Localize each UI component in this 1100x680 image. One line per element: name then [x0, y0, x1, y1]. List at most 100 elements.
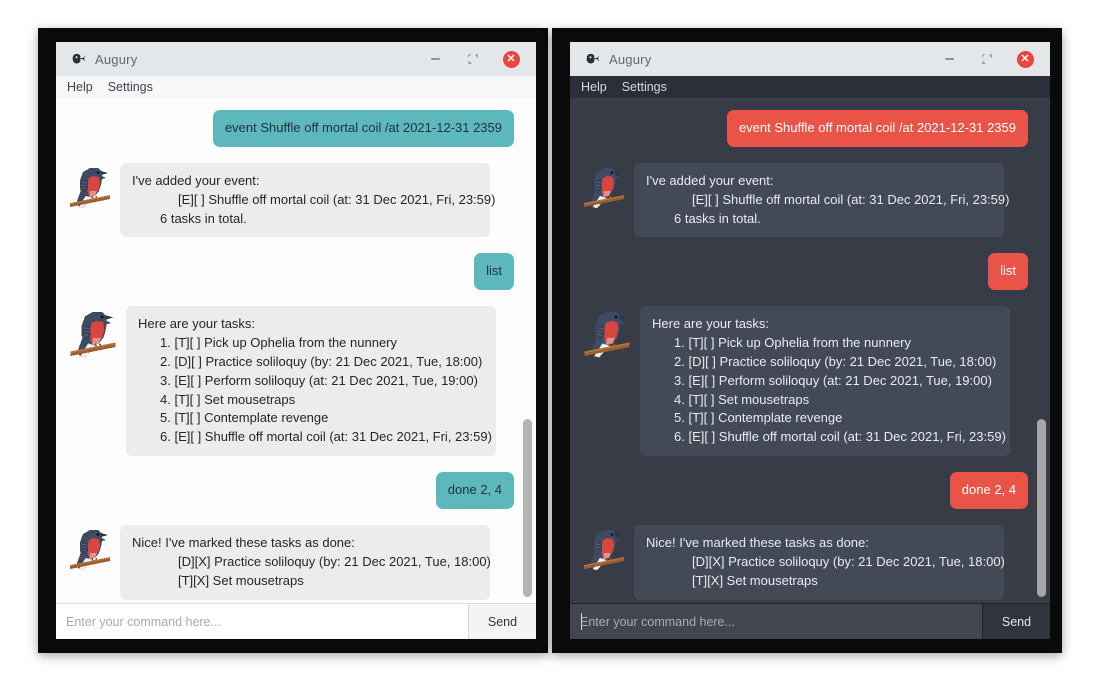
title-bar: Augury ✕: [56, 42, 536, 76]
message-line: 2. [D][ ] Practice soliloquy (by: 21 Dec…: [674, 353, 997, 369]
chat-message-list: event Shuffle off mortal coil /at 2021-1…: [570, 98, 1050, 603]
user-message-bubble: event Shuffle off mortal coil /at 2021-1…: [212, 110, 514, 147]
minimize-button[interactable]: [416, 45, 454, 73]
message-line: I've added your event:: [646, 172, 774, 188]
message-line: 4. [T][ ] Set mousetraps: [160, 391, 296, 407]
message-line: 6. [E][ ] Shuffle off mortal coil (at: 3…: [160, 429, 492, 445]
augury-window-dark: Augury ✕ Help Settings event Shuffle off…: [570, 42, 1050, 639]
user-message-bubble: done 2, 4: [435, 472, 514, 509]
send-button[interactable]: Send: [982, 604, 1050, 639]
chat-scroll-area[interactable]: event Shuffle off mortal coil /at 2021-1…: [56, 98, 536, 603]
user-message-row: list: [68, 253, 514, 291]
menu-item-help[interactable]: Help: [61, 78, 99, 96]
send-button[interactable]: Send: [468, 604, 536, 639]
menu-bar-dark: Help Settings: [570, 76, 1050, 98]
chat-message-list: event Shuffle off mortal coil /at 2021-1…: [56, 98, 536, 603]
menu-bar: Help Settings: [56, 76, 536, 98]
bot-message-row: Nice! I've marked these tasks as done: [D…: [582, 524, 1028, 600]
message-text: done 2, 4: [961, 482, 1016, 498]
title-bar-dark: Augury ✕: [570, 42, 1050, 76]
message-line: 6 tasks in total.: [160, 210, 247, 226]
message-line: Here are your tasks:: [652, 316, 770, 332]
close-icon: ✕: [1016, 50, 1034, 68]
window-frame-dark: Augury ✕ Help Settings event Shuffle off…: [552, 28, 1062, 653]
bot-avatar-bird: [582, 525, 626, 580]
augury-window-light: Augury ✕ Help Settings event Shuffle off…: [56, 42, 536, 639]
message-line: 1. [T][ ] Pick up Ophelia from the nunne…: [674, 335, 912, 351]
message-line: Nice! I've marked these tasks as done:: [646, 534, 869, 550]
user-message-row: event Shuffle off mortal coil /at 2021-1…: [68, 110, 514, 147]
user-message-bubble: event Shuffle off mortal coil /at 2021-1…: [726, 110, 1028, 147]
menu-item-settings[interactable]: Settings: [102, 78, 159, 96]
command-input[interactable]: [56, 604, 468, 639]
bird-swallow-icon: [70, 50, 88, 68]
bot-message-bubble: I've added your event: [E][ ] Shuffle off…: [634, 162, 1010, 238]
user-message-row: list: [582, 253, 1028, 291]
message-line: 3. [E][ ] Perform soliloquy (at: 21 Dec …: [674, 372, 992, 388]
minimize-icon: [944, 58, 954, 60]
bot-avatar-bird: [582, 306, 632, 368]
minimize-icon: [430, 58, 440, 60]
bot-message-row: I've added your event: [E][ ] Shuffle off…: [68, 162, 514, 238]
text-cursor: [581, 613, 582, 630]
window-controls: ✕: [416, 45, 530, 73]
message-line: Here are your tasks:: [138, 316, 256, 332]
window-title: Augury: [609, 51, 652, 67]
bot-avatar-bird: [68, 525, 112, 580]
message-line: [D][X] Practice soliloquy (by: 21 Dec 20…: [692, 553, 1005, 569]
bot-avatar-bird: [582, 163, 626, 218]
chat-scrollbar-thumb[interactable]: [1037, 418, 1046, 597]
bot-message-row: Nice! I've marked these tasks as done: [D…: [68, 524, 514, 600]
close-button[interactable]: ✕: [1006, 45, 1044, 73]
user-message-row: event Shuffle off mortal coil /at 2021-1…: [582, 110, 1028, 147]
user-message-row: done 2, 4: [68, 472, 514, 509]
screenshot-stage: Augury ✕ Help Settings event Shuffle off…: [0, 0, 1100, 680]
bot-message-row: Here are your tasks: 1. [T][ ] Pick up Op…: [582, 306, 1028, 457]
menu-item-help[interactable]: Help: [575, 78, 613, 96]
command-input[interactable]: [570, 604, 982, 639]
message-line: [T][X] Set mousetraps: [178, 572, 304, 588]
maximize-restore-icon: [467, 53, 478, 64]
message-text: event Shuffle off mortal coil /at 2021-1…: [224, 120, 502, 135]
message-line: [E][ ] Shuffle off mortal coil (at: 31 D…: [692, 191, 1010, 207]
window-title: Augury: [95, 51, 138, 67]
menu-item-settings[interactable]: Settings: [616, 78, 673, 96]
bot-message-bubble: Nice! I've marked these tasks as done: [D…: [634, 524, 1005, 600]
message-line: [T][X] Set mousetraps: [692, 572, 818, 588]
message-text: list: [486, 263, 502, 279]
close-icon: ✕: [502, 50, 520, 68]
user-message-bubble: list: [474, 253, 514, 291]
message-line: [D][X] Practice soliloquy (by: 21 Dec 20…: [178, 553, 491, 569]
message-line: 6. [E][ ] Shuffle off mortal coil (at: 3…: [674, 429, 1006, 445]
close-button[interactable]: ✕: [492, 45, 530, 73]
command-input-bar: Send: [570, 603, 1050, 639]
command-input-bar: Send: [56, 603, 536, 639]
message-line: 4. [T][ ] Set mousetraps: [674, 391, 810, 407]
chat-scroll-area[interactable]: event Shuffle off mortal coil /at 2021-1…: [570, 98, 1050, 603]
bot-avatar-bird: [68, 163, 112, 218]
message-line: 5. [T][ ] Contemplate revenge: [674, 410, 843, 426]
bot-message-row: Here are your tasks: 1. [T][ ] Pick up Op…: [68, 306, 514, 457]
chat-scrollbar[interactable]: [523, 198, 532, 599]
maximize-button[interactable]: [968, 45, 1006, 73]
minimize-button[interactable]: [930, 45, 968, 73]
user-message-bubble: done 2, 4: [949, 472, 1028, 509]
bot-message-bubble: I've added your event: [E][ ] Shuffle off…: [120, 162, 496, 238]
window-controls: ✕: [930, 45, 1044, 73]
message-text: list: [1000, 263, 1016, 279]
message-line: 1. [T][ ] Pick up Ophelia from the nunne…: [160, 335, 398, 351]
chat-scrollbar[interactable]: [1037, 198, 1046, 599]
chat-scrollbar-thumb[interactable]: [523, 418, 532, 597]
maximize-button[interactable]: [454, 45, 492, 73]
message-line: [E][ ] Shuffle off mortal coil (at: 31 D…: [178, 191, 496, 207]
bird-swallow-icon: [584, 50, 602, 68]
message-line: I've added your event:: [132, 172, 260, 188]
message-line: 2. [D][ ] Practice soliloquy (by: 21 Dec…: [160, 353, 483, 369]
message-line: Nice! I've marked these tasks as done:: [132, 534, 355, 550]
bot-avatar-bird: [68, 306, 118, 368]
message-text: done 2, 4: [447, 482, 502, 498]
message-line: 3. [E][ ] Perform soliloquy (at: 21 Dec …: [160, 372, 478, 388]
bot-message-bubble: Here are your tasks: 1. [T][ ] Pick up Op…: [126, 306, 496, 457]
bot-message-bubble: Here are your tasks: 1. [T][ ] Pick up Op…: [640, 306, 1010, 457]
message-line: 5. [T][ ] Contemplate revenge: [160, 410, 329, 426]
